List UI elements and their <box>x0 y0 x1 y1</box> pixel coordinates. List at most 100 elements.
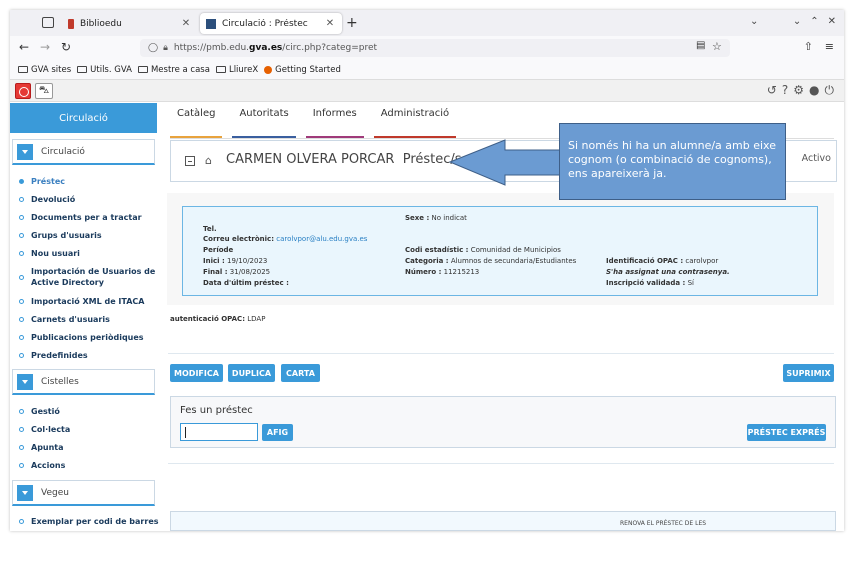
sidebar-item-label: Predefinides <box>31 351 88 360</box>
sidebar-item-label: Grups d'usuaris <box>31 231 102 240</box>
collapse-icon[interactable] <box>185 156 195 166</box>
browser-tab-biblioedu[interactable]: Biblioedu ✕ <box>62 13 198 34</box>
tab-administracio[interactable]: Administració <box>373 103 457 139</box>
sidebar-item-accions[interactable]: Accions <box>19 460 159 471</box>
label: Número : <box>405 268 442 276</box>
express-loan-button[interactable]: PRÉSTEC EXPRÉS <box>747 424 826 441</box>
close-tab-icon[interactable]: ✕ <box>324 18 336 29</box>
firefox-icon <box>264 65 273 74</box>
value: No indicat <box>431 214 467 222</box>
address-bar[interactable]: ◯ 🔒︎ https://pmb.edu. gva.es/circ.php?cat… <box>140 39 730 57</box>
modify-button[interactable]: MODIFICA <box>170 364 223 382</box>
extensions-icon[interactable]: ⇧ <box>804 40 813 53</box>
opac-authentication: autenticació OPAC: LDAP <box>170 315 265 323</box>
module-title: Circulació <box>10 103 157 133</box>
sidebar-item-grups[interactable]: Grups d'usuaris <box>19 230 159 241</box>
alert-button[interactable] <box>15 83 31 99</box>
bookmarks-bar: GVA sites Utils. GVA Mestre a casa Lliur… <box>10 60 844 80</box>
sidebar-section-label: Cistelles <box>41 376 79 387</box>
back-icon[interactable]: ← <box>19 40 29 54</box>
bullet-icon <box>19 427 24 432</box>
sidebar-item-prestec[interactable]: Préstec <box>19 176 159 187</box>
reload-icon[interactable]: ↻ <box>61 40 71 54</box>
forward-icon[interactable]: → <box>40 40 50 54</box>
tab-label: Administració <box>380 108 450 119</box>
add-loan-button[interactable]: AFIG <box>262 424 293 441</box>
sidebar-item-label: Publicacions periòdiques <box>31 333 144 342</box>
bookmark-mestre-a-casa[interactable]: Mestre a casa <box>137 65 210 75</box>
tab-list-icon[interactable] <box>42 17 54 28</box>
callout-note: Si només hi ha un alumne/a amb eixe cogn… <box>559 123 786 200</box>
sidebar-section-vegeu[interactable]: Vegeu <box>12 480 155 506</box>
new-tab-icon[interactable]: + <box>346 15 358 31</box>
renew-panel: RENOVA EL PRÉSTEC DE LES <box>170 511 836 531</box>
shield-icon[interactable]: ◯ <box>148 43 158 53</box>
label: Inici : <box>203 257 225 265</box>
sidebar-item-documents[interactable]: Documents per a tractar <box>19 212 159 223</box>
sidebar-item-label: Apunta <box>31 443 64 452</box>
close-window-icon[interactable]: ✕ <box>828 16 836 27</box>
sidebar-item-publicacions[interactable]: Publicacions periòdiques <box>19 332 159 343</box>
pmb-favicon-icon <box>206 18 216 29</box>
sidebar-item-label: Carnets d'usuaris <box>31 315 110 324</box>
sidebar-item-devolucio[interactable]: Devolució <box>19 194 159 205</box>
label: Codi estadístic : <box>405 246 469 254</box>
globe-icon[interactable]: ● <box>809 83 819 98</box>
browser-tab-circulacio[interactable]: Circulació : Préstec ✕ <box>200 13 342 34</box>
help-icon[interactable]: ? <box>782 83 788 98</box>
sidebar-item-nou-usuari[interactable]: Nou usuari <box>19 248 159 259</box>
bookmark-label: GVA sites <box>31 64 72 75</box>
sidebar-section-circulacio[interactable]: Circulació <box>12 139 155 165</box>
caret-down-icon <box>17 484 33 501</box>
tab-cataleg[interactable]: Catàleg <box>170 103 223 139</box>
star-icon[interactable]: ☆ <box>712 40 722 53</box>
label: Sexe : <box>405 214 430 222</box>
sidebar-item-import-ad[interactable]: Importación de Usuarios de Active Directo… <box>19 266 159 288</box>
close-tab-icon[interactable]: ✕ <box>180 18 192 29</box>
value[interactable]: carolvpor@alu.edu.gva.es <box>276 235 367 243</box>
sidebar-item-label: Col·lecta <box>31 425 71 434</box>
tab-autoritats[interactable]: Autoritats <box>232 103 296 139</box>
bookmark-label: LliureX <box>228 64 259 75</box>
barcode-input[interactable] <box>180 423 258 441</box>
gear-icon[interactable]: ⚙ <box>793 83 804 98</box>
sidebar-section-label: Circulació <box>41 146 85 157</box>
info-last-loan: Data d'últim préstec : <box>203 279 289 288</box>
lock-icon[interactable]: 🔒︎ <box>163 43 168 53</box>
history-icon[interactable]: ↺ <box>767 83 777 98</box>
label: Identificació OPAC : <box>606 257 684 265</box>
value: 31/08/2025 <box>229 268 271 276</box>
sidebar-item-label: Accions <box>31 461 66 470</box>
bookmark-utils-gva[interactable]: Utils. GVA <box>77 65 132 75</box>
bookmark-gva-sites[interactable]: GVA sites <box>18 65 71 75</box>
sidebar-item-carnets[interactable]: Carnets d'usuaris <box>19 314 159 325</box>
power-icon[interactable]: ⏻ <box>825 83 835 98</box>
sidebar-item-predefinides[interactable]: Predefinides <box>19 350 159 361</box>
sidebar-item-apunta[interactable]: Apunta <box>19 442 159 453</box>
divider <box>168 463 834 464</box>
tab-label: Biblioedu <box>80 18 122 29</box>
tab-label: Catàleg <box>177 108 216 119</box>
briefcase-icon: ⌂ <box>205 154 212 167</box>
delete-button[interactable]: SUPRIMIX <box>783 364 834 382</box>
folder-icon <box>77 66 88 73</box>
car-icon[interactable]: ⛍ <box>35 83 53 99</box>
letter-button[interactable]: CARTA <box>281 364 320 382</box>
bullet-icon <box>19 179 24 184</box>
menu-icon[interactable]: ≡ <box>825 40 834 53</box>
sidebar-item-collecta[interactable]: Col·lecta <box>19 424 159 435</box>
maximize-icon[interactable]: ⌃ <box>810 16 818 27</box>
bookmark-lliurex[interactable]: LliureX <box>215 64 259 75</box>
sidebar-item-gestio[interactable]: Gestió <box>19 406 159 417</box>
minimize-icon[interactable]: ⌄ <box>793 16 801 27</box>
bookmark-getting-started[interactable]: Getting Started <box>264 65 341 75</box>
tab-informes[interactable]: Informes <box>305 103 364 139</box>
reader-view-icon[interactable]: ▤ <box>696 40 705 51</box>
toolbar-right: ⇧ ≡ <box>804 40 834 53</box>
duplicate-button[interactable]: DUPLICA <box>228 364 275 382</box>
sidebar-section-cistelles[interactable]: Cistelles <box>12 369 155 395</box>
label: Data d'últim préstec : <box>203 279 289 287</box>
sidebar-item-import-itaca[interactable]: Importació XML de ITACA <box>19 296 159 307</box>
chevron-down-icon[interactable]: ⌄ <box>750 16 758 27</box>
sidebar-item-exemplar[interactable]: Exemplar per codi de barres <box>19 516 159 527</box>
